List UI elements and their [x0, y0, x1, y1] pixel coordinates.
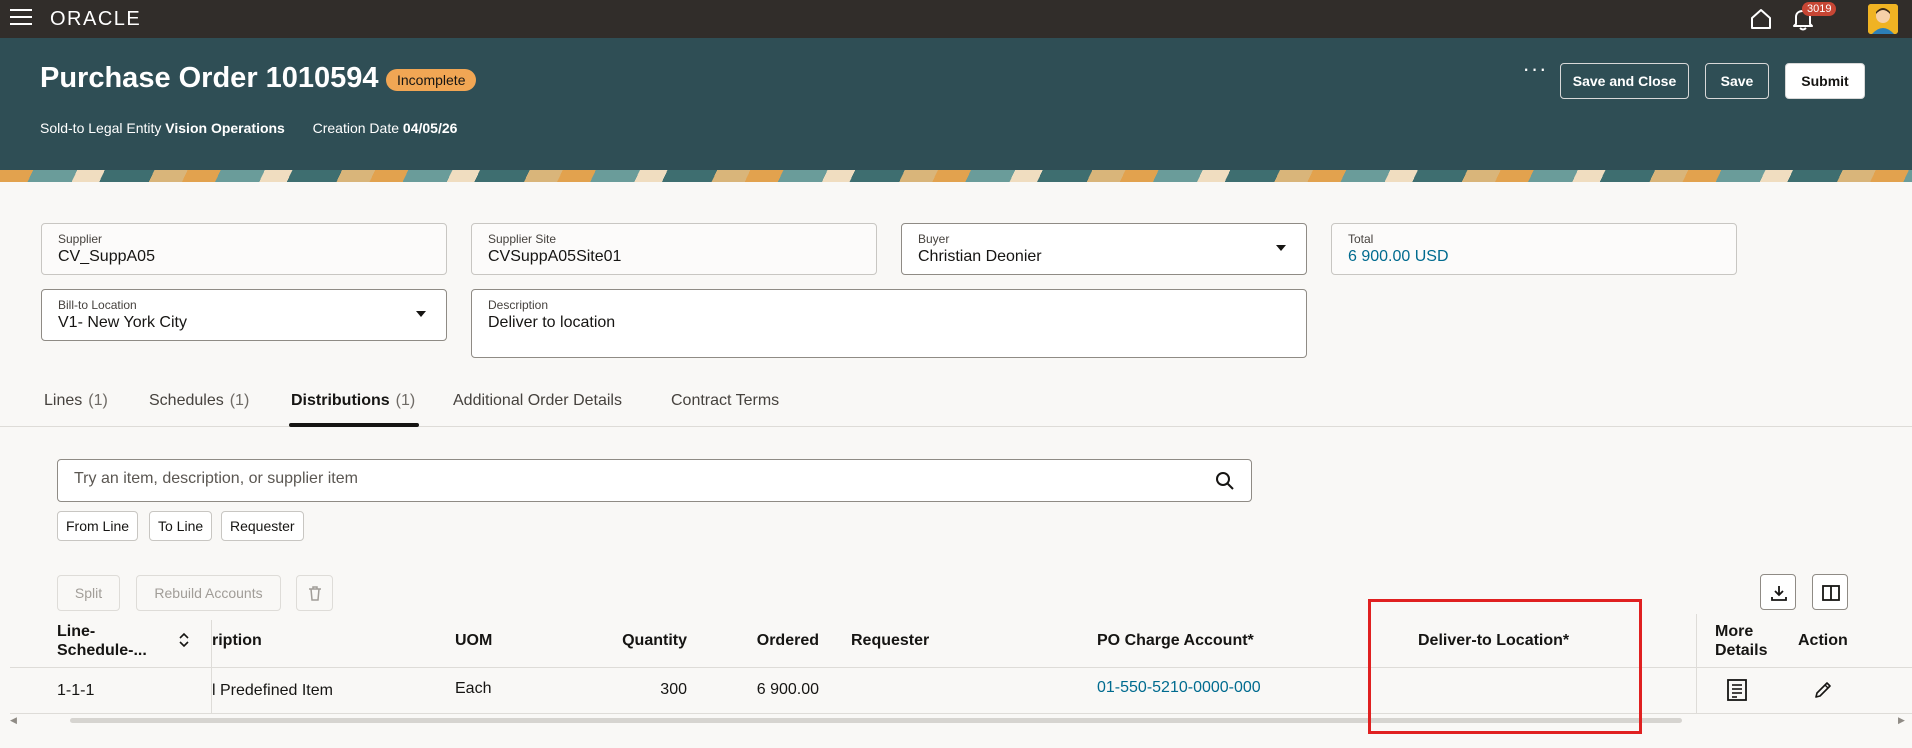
description-field[interactable]: Description Deliver to location [471, 289, 1307, 358]
bill-to-label: Bill-to Location [58, 298, 137, 312]
supplier-site-field[interactable]: Supplier Site CVSuppA05Site01 [471, 223, 877, 275]
tab-schedules[interactable]: Schedules (1) [149, 392, 249, 410]
deliver-to-highlight-annotation [1368, 599, 1642, 734]
tab-distributions-count: (1) [395, 392, 416, 409]
col-header-po-charge-account[interactable]: PO Charge Account* [1097, 631, 1254, 650]
split-button[interactable]: Split [57, 575, 120, 611]
download-icon [1771, 586, 1787, 601]
creation-date-value: 04/05/26 [402, 120, 458, 136]
description-label: Description [488, 298, 549, 312]
filter-to-line[interactable]: To Line [149, 511, 213, 541]
export-button[interactable] [1760, 574, 1796, 610]
supplier-value: CV_SuppA05 [58, 248, 155, 265]
col-header-more-details: More Details [1715, 623, 1768, 659]
supplier-site-label: Supplier Site [488, 232, 557, 246]
save-button[interactable]: Save [1705, 63, 1769, 99]
scroll-right-arrow-icon[interactable]: ▶ [1898, 715, 1905, 726]
tab-contract-terms-label: Contract Terms [671, 392, 780, 409]
description-value: Deliver to location [488, 314, 616, 331]
more-details-icon[interactable] [1725, 678, 1749, 702]
save-and-close-button[interactable]: Save and Close [1560, 63, 1689, 99]
header-meta: Sold-to Legal Entity Vision Operations C… [40, 120, 457, 136]
page-header: Purchase Order 1010594 Incomplete Sold-t… [0, 38, 1912, 170]
home-icon[interactable] [1748, 6, 1774, 32]
active-tab-indicator [289, 423, 419, 427]
delete-button[interactable] [296, 575, 333, 611]
creation-date-label: Creation Date [312, 120, 400, 136]
notification-count-badge: 3019 [1802, 2, 1837, 16]
rebuild-accounts-button[interactable]: Rebuild Accounts [136, 575, 281, 611]
submit-button[interactable]: Submit [1785, 63, 1865, 99]
column-layout-button[interactable] [1812, 574, 1848, 610]
edit-pencil-icon[interactable] [1813, 680, 1833, 700]
frozen-column-divider [1696, 614, 1697, 714]
filter-from-line[interactable]: From Line [57, 511, 139, 541]
tab-schedules-count: (1) [229, 392, 250, 409]
legal-entity-value: Vision Operations [165, 120, 285, 136]
cell-ordered: 6 900.00 [756, 681, 819, 698]
tab-lines-count: (1) [88, 392, 108, 409]
tab-additional-order-details[interactable]: Additional Order Details [453, 392, 622, 410]
columns-icon [1822, 585, 1840, 601]
avatar-icon [1868, 4, 1898, 34]
search-icon[interactable] [1215, 471, 1235, 491]
tab-schedules-label: Schedules [149, 392, 224, 409]
tab-lines[interactable]: Lines (1) [44, 392, 108, 410]
user-avatar[interactable] [1868, 4, 1898, 34]
bill-to-value: V1- New York City [58, 314, 187, 331]
buyer-label: Buyer [918, 232, 950, 246]
cell-uom: Each [455, 680, 492, 697]
col-header-description[interactable]: ription [212, 631, 262, 650]
search-box [57, 459, 1252, 502]
tab-contract-terms[interactable]: Contract Terms [671, 392, 779, 410]
total-label: Total [1348, 232, 1374, 246]
tab-distributions-label: Distributions [291, 392, 390, 409]
cell-description: l Predefined Item [212, 682, 333, 699]
more-actions-icon[interactable]: ··· [1520, 58, 1550, 88]
tab-lines-label: Lines [44, 392, 83, 409]
cell-po-charge-account[interactable]: 01-550-5210-0000-000 [1097, 679, 1261, 697]
col-header-action: Action [1798, 632, 1848, 649]
bill-to-location-select[interactable]: Bill-to Location V1- New York City [41, 289, 447, 341]
oracle-logo: ORACLE [50, 8, 142, 30]
buyer-value: Christian Deonier [918, 248, 1042, 265]
page-title: Purchase Order 1010594 [40, 62, 379, 94]
tab-bar: Lines (1) Schedules (1) Distributions (1) A… [0, 382, 1912, 427]
decorative-banner [0, 170, 1912, 182]
col-header-line-schedule[interactable]: Line-Schedule-... [57, 622, 167, 660]
legal-entity-label: Sold-to Legal Entity [40, 120, 162, 136]
bill-to-dropdown-icon[interactable] [416, 311, 426, 317]
buyer-dropdown-icon[interactable] [1276, 245, 1286, 251]
col-header-uom[interactable]: UOM [455, 631, 492, 650]
hamburger-menu-icon[interactable] [10, 9, 32, 27]
filter-requester[interactable]: Requester [221, 511, 304, 541]
tab-additional-order-details-label: Additional Order Details [453, 392, 622, 409]
status-badge: Incomplete [386, 69, 477, 91]
col-header-requester[interactable]: Requester [851, 631, 929, 650]
total-value[interactable]: 6 900.00 USD [1348, 248, 1720, 266]
supplier-field[interactable]: Supplier CV_SuppA05 [41, 223, 447, 275]
tab-distributions[interactable]: Distributions (1) [291, 392, 415, 410]
total-field: Total 6 900.00 USD [1331, 223, 1737, 275]
cell-quantity: 300 [660, 681, 687, 698]
scroll-left-arrow-icon[interactable]: ◀ [10, 715, 17, 726]
col-header-quantity[interactable]: Quantity [580, 631, 687, 650]
col-header-ordered[interactable]: Ordered [720, 631, 819, 650]
search-input[interactable] [74, 470, 1174, 488]
buyer-select[interactable]: Buyer Christian Deonier [901, 223, 1307, 275]
supplier-label: Supplier [58, 232, 103, 246]
supplier-site-value: CVSuppA05Site01 [488, 248, 622, 265]
sort-icon[interactable] [178, 632, 190, 648]
trash-icon [309, 586, 321, 601]
cell-line-schedule: 1-1-1 [57, 682, 95, 699]
top-bar: ORACLE 3019 [0, 0, 1912, 38]
